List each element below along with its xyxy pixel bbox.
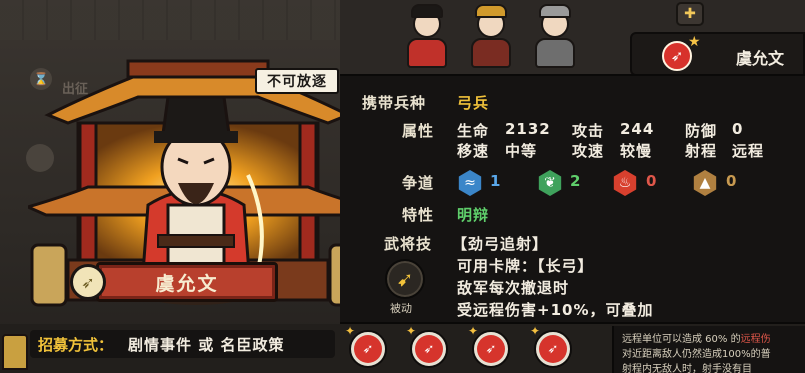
- star-icon: ★: [688, 34, 701, 50]
- roster-hero-3[interactable]: [531, 4, 579, 68]
- hero-avatar-thumb[interactable]: [2, 334, 28, 370]
- troop-label: 携带兵种: [362, 94, 427, 112]
- plus-icon: ✚: [684, 6, 696, 22]
- move-speed-value: 中等: [505, 142, 538, 160]
- hero-info-panel: 携带兵种 弓兵 属性 生命 2132 攻击 244 防御 0 移速 中等 攻速 …: [340, 74, 805, 324]
- range-label: 射程: [685, 142, 718, 160]
- skill-desc-line2: 受远程伤害+10%，可叠加: [457, 301, 654, 319]
- bow-card-slot-2[interactable]: ✦ ➶: [406, 324, 448, 368]
- roster-hero-1[interactable]: [403, 4, 451, 68]
- fire-count: 0: [646, 172, 657, 190]
- settings-button[interactable]: ✚: [676, 2, 704, 26]
- tooltip-line-1: 远程单位可以造成 60% 的远程伤: [622, 334, 771, 345]
- status-tag: 不可放逐: [255, 68, 339, 94]
- bow-card-icon: ➶: [539, 335, 567, 363]
- bow-card-slot-3[interactable]: ✦ ➶: [468, 324, 510, 368]
- recruit-label: 招募方式：: [38, 336, 114, 354]
- mountain-count: 0: [726, 172, 737, 190]
- skill-card-line: 可用卡牌：【长弓】: [457, 257, 594, 275]
- bow-card-icon: ➶: [477, 335, 505, 363]
- tooltip-line-2: 对近距离敌人仍然造成100%的普: [622, 349, 771, 360]
- mountain-icon[interactable]: ▲: [693, 170, 717, 196]
- leaf-icon[interactable]: ❦: [538, 170, 562, 196]
- hero-name: 虞允文: [736, 49, 785, 68]
- hero-name-header: ➶ ★ 虞允文: [630, 32, 805, 76]
- bow-card-icon: ➶: [354, 335, 382, 363]
- troop-value: 弓兵: [457, 94, 490, 112]
- skill-desc-line1: 敌军每次撤退时: [457, 279, 570, 297]
- water-icon[interactable]: ≈: [458, 170, 482, 196]
- arrows-skill-icon[interactable]: ➹: [385, 259, 425, 299]
- attributes-label: 属性: [402, 122, 435, 140]
- trait-value[interactable]: 明辩: [457, 204, 489, 225]
- tooltip-line-3: 射程内无敌人时，射手没有目: [622, 364, 752, 373]
- hero-name-plaque: 虞允文: [96, 262, 278, 302]
- skill-type-tag: 被动: [390, 302, 412, 315]
- recruit-method: 招募方式： 剧情事件 或 名臣政策: [30, 330, 335, 358]
- recruit-value: 剧情事件 或 名臣政策: [128, 336, 285, 354]
- roster-hero-2[interactable]: [467, 4, 515, 68]
- bow-emblem-icon: ➶: [70, 264, 106, 300]
- tooltip-box: 远程单位可以造成 60% 的远程伤 对近距离敌人仍然造成100%的普 射程内无敌…: [612, 326, 805, 373]
- atk-label: 攻击: [572, 122, 605, 140]
- leaf-count: 2: [570, 172, 581, 190]
- skill-name: 【劲弓追射】: [452, 235, 549, 253]
- trait-label: 特性: [402, 206, 435, 224]
- skill-label: 武将技: [384, 235, 433, 253]
- attack-speed-label: 攻速: [572, 142, 605, 160]
- bow-card-slot-1[interactable]: ✦ ➶: [345, 324, 387, 368]
- def-value: 0: [732, 120, 744, 138]
- bow-card-slot-4[interactable]: ✦ ➶: [530, 324, 572, 368]
- attack-speed-value: 较慢: [620, 142, 653, 160]
- move-speed-label: 移速: [457, 142, 490, 160]
- range-value: 远程: [732, 142, 765, 160]
- atk-value: 244: [620, 120, 655, 138]
- contention-label: 争道: [402, 174, 435, 192]
- hero-roster-strip: [395, 0, 585, 72]
- bow-card-icon: ➶: [415, 335, 443, 363]
- hp-value: 2132: [505, 120, 551, 138]
- fire-icon[interactable]: ♨: [613, 170, 637, 196]
- water-count: 1: [490, 172, 501, 190]
- def-label: 防御: [685, 122, 718, 140]
- hp-label: 生命: [457, 122, 490, 140]
